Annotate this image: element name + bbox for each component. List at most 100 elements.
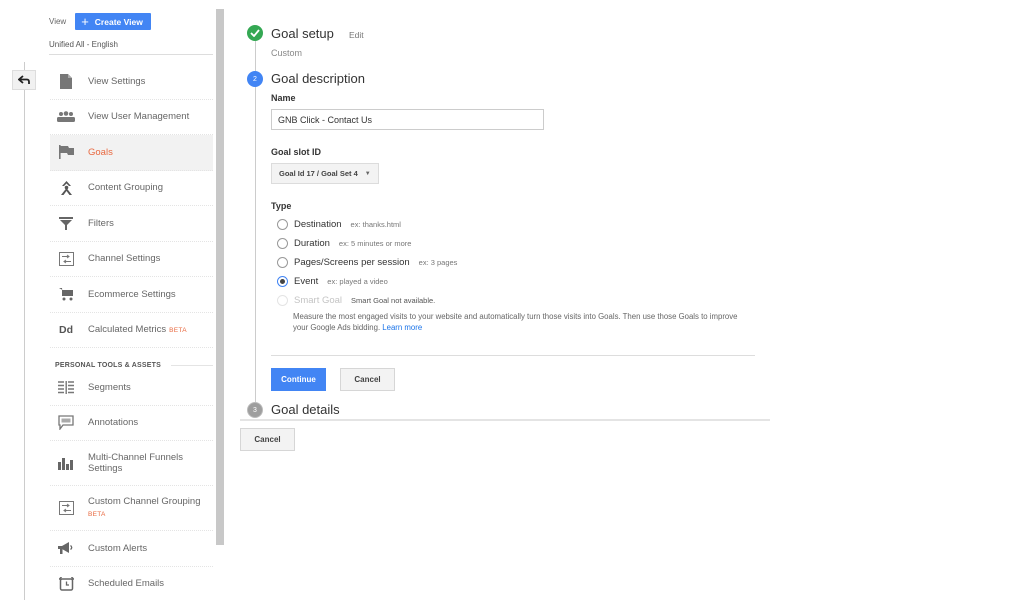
step-number-indicator: 2 [247, 71, 263, 87]
beta-badge: BETA [88, 511, 106, 518]
view-header: View + Create View [49, 13, 151, 30]
create-view-button[interactable]: + Create View [75, 13, 151, 30]
admin-sidebar: View + Create View Unified All - English… [49, 0, 213, 600]
radio-button-checked[interactable] [277, 276, 288, 287]
radio-example: ex: thanks.html [350, 220, 401, 229]
sidebar-item-label: Multi-Channel Funnels Settings [88, 452, 184, 474]
sidebar-item-annotations[interactable]: Annotations [50, 406, 213, 441]
radio-label: Destination [294, 219, 342, 230]
annotation-icon [57, 415, 75, 431]
step-title-goal-details: Goal details [271, 402, 340, 417]
sidebar-item-filters[interactable]: Filters [50, 206, 213, 242]
sidebar-nav: View Settings View User Management Goals… [50, 64, 213, 600]
dd-icon: Dd [59, 323, 73, 336]
sidebar-item-label: View Settings [88, 75, 146, 87]
sidebar-item-label: Segments [88, 381, 131, 393]
sidebar-item-channel-settings[interactable]: Channel Settings [50, 242, 213, 277]
sidebar-item-multi-channel-funnels-settings[interactable]: Multi-Channel Funnels Settings [50, 441, 213, 486]
radio-example: ex: 5 minutes or more [338, 239, 412, 248]
sidebar-item-goals[interactable]: Goals [50, 135, 213, 171]
rail-divider [24, 62, 25, 600]
name-label: Name [271, 93, 296, 103]
sidebar-item-label: Goals [88, 146, 113, 158]
type-label: Type [271, 201, 292, 211]
cart-icon [57, 286, 75, 302]
sidebar-item-label: Channel Settings [88, 253, 161, 265]
channel-settings-icon [57, 251, 75, 267]
alarm-clock-icon [57, 576, 75, 592]
type-radio-destination[interactable]: Destination ex: thanks.html [277, 219, 401, 230]
edit-goal-setup-link[interactable]: Edit [349, 30, 364, 40]
personal-tools-section-header: PERSONAL TOOLS & ASSETS [50, 348, 213, 370]
sidebar-scrollbar[interactable] [216, 9, 224, 545]
goal-slot-dropdown[interactable]: Goal Id 17 / Goal Set 4 ▼ [271, 163, 379, 184]
sidebar-item-label: Scheduled Emails [88, 578, 165, 590]
bar-chart-icon [57, 455, 75, 471]
step-number-indicator: 3 [247, 402, 263, 418]
beta-badge: BETA [169, 326, 187, 334]
continue-button[interactable]: Continue [271, 368, 326, 391]
cancel-button[interactable]: Cancel [240, 428, 295, 451]
radio-label: Smart Goal [294, 295, 343, 306]
sidebar-item-label: Calculated Metrics [88, 323, 167, 335]
sidebar-item-view-user-management[interactable]: View User Management [50, 100, 213, 135]
sidebar-item-label: Content Grouping [88, 182, 163, 194]
sidebar-item-label: Annotations [88, 417, 139, 429]
plus-icon: + [81, 14, 89, 29]
divider [271, 355, 755, 356]
sidebar-item-label: Custom Alerts [88, 542, 148, 554]
radio-label: Pages/Screens per session [294, 257, 410, 268]
radio-button-disabled [277, 295, 288, 306]
view-selector[interactable]: Unified All - English [49, 40, 118, 49]
sidebar-item-view-settings[interactable]: View Settings [50, 64, 213, 100]
document-icon [57, 73, 75, 89]
type-radio-pages-screens[interactable]: Pages/Screens per session ex: 3 pages [277, 257, 457, 268]
sidebar-item-segments[interactable]: Segments [50, 370, 213, 406]
sidebar-item-custom-alerts[interactable]: Custom Alerts [50, 531, 213, 567]
check-icon [250, 29, 260, 37]
sidebar-item-label: Filters [88, 217, 114, 229]
type-radio-duration[interactable]: Duration ex: 5 minutes or more [277, 238, 411, 249]
caret-down-icon: ▼ [364, 170, 371, 177]
smart-goal-description: Measure the most engaged visits to your … [293, 312, 738, 332]
learn-more-link[interactable]: Learn more [382, 323, 422, 332]
flag-icon [57, 144, 75, 160]
smart-goal-unavailable-note: Smart Goal not available. [351, 296, 436, 305]
sidebar-item-label: View User Management [88, 111, 190, 123]
radio-button[interactable] [277, 238, 288, 249]
back-button[interactable] [12, 70, 36, 90]
sidebar-item-custom-channel-grouping[interactable]: Custom Channel Grouping BETA [50, 486, 213, 531]
step-title-goal-setup: Goal setup [271, 26, 334, 41]
view-label: View [49, 17, 67, 26]
sidebar-item-ecommerce-settings[interactable]: Ecommerce Settings [50, 277, 213, 313]
divider [240, 419, 770, 421]
divider [49, 54, 213, 55]
step-cancel-button[interactable]: Cancel [340, 368, 395, 391]
step-title-goal-description: Goal description [271, 71, 365, 86]
sidebar-item-calculated-metrics[interactable]: Dd Calculated Metrics BETA [50, 313, 213, 348]
step-complete-indicator [247, 25, 263, 41]
back-arrow-icon [18, 75, 30, 84]
users-icon [57, 109, 75, 125]
radio-example: ex: 3 pages [418, 258, 458, 267]
sidebar-item-label: Ecommerce Settings [88, 288, 176, 300]
radio-label: Event [294, 276, 319, 287]
goal-setup-summary: Custom [271, 48, 303, 58]
sidebar-item-scheduled-emails[interactable]: Scheduled Emails [50, 567, 213, 600]
content-grouping-icon [57, 180, 75, 196]
channel-grouping-icon [57, 500, 75, 516]
goal-editor-page: View + Create View Unified All - English… [0, 0, 1024, 600]
radio-button[interactable] [277, 219, 288, 230]
type-radio-event[interactable]: Event ex: played a video [277, 276, 388, 287]
radio-button[interactable] [277, 257, 288, 268]
radio-label: Duration [294, 238, 330, 249]
segments-icon [57, 379, 75, 395]
megaphone-icon [57, 540, 75, 556]
goal-slot-value: Goal Id 17 / Goal Set 4 [279, 169, 358, 178]
type-radio-smart-goal: Smart Goal Smart Goal not available. [277, 295, 435, 306]
sidebar-item-content-grouping[interactable]: Content Grouping [50, 171, 213, 206]
goal-slot-label: Goal slot ID [271, 147, 322, 157]
goal-name-input[interactable] [271, 109, 544, 130]
radio-example: ex: played a video [327, 277, 388, 286]
stepper-line [255, 40, 256, 408]
